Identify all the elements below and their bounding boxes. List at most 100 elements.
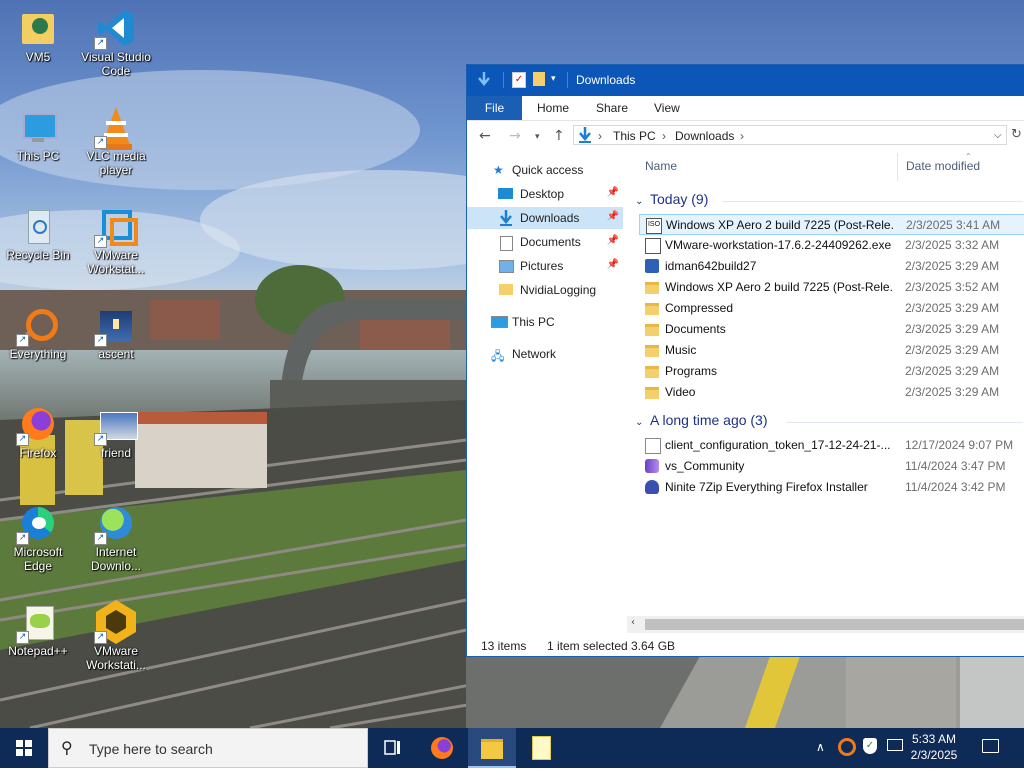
nav-this-pc[interactable]: This PC: [467, 311, 623, 333]
column-header-name[interactable]: Name: [645, 159, 677, 173]
folder-icon: [645, 324, 659, 336]
windows-logo-icon: [16, 740, 32, 756]
breadcrumb-separator: ›: [662, 129, 666, 143]
desktop-icon-idm[interactable]: ↗ Internet Downlo...: [78, 503, 154, 573]
forward-arrow-icon[interactable]: →: [509, 128, 521, 144]
desktop-icon-recycle-bin[interactable]: Recycle Bin: [0, 206, 76, 262]
tab-home[interactable]: Home: [537, 96, 569, 120]
address-dropdown-icon[interactable]: ⌵: [994, 130, 1002, 141]
desktop-icon-notepadpp[interactable]: ↗ Notepad++: [0, 602, 76, 658]
folder-icon: [499, 284, 513, 295]
clock-date: 2/3/2025: [910, 748, 958, 762]
search-icon: ⚲: [61, 738, 73, 757]
network-tray-icon[interactable]: [887, 739, 903, 779]
status-bar: 13 items 1 item selected 3.64 GB: [467, 635, 1024, 656]
taskbar-notepad-button[interactable]: [517, 728, 565, 768]
taskbar-search-box[interactable]: ⚲ Type here to search: [48, 728, 368, 768]
desktop-icon-edge[interactable]: ↗ Microsoft Edge: [0, 503, 76, 573]
desktop-icon-vmware[interactable]: ↗ VMware Workstat...: [78, 206, 154, 276]
folder-icon: [645, 366, 659, 378]
file-row[interactable]: Ninite 7Zip Everything Firefox Installer…: [639, 477, 1024, 498]
new-folder-icon[interactable]: [533, 72, 545, 88]
taskbar-clock[interactable]: 5:33 AM 2/3/2025: [904, 731, 964, 763]
breadcrumb-this-pc[interactable]: This PC: [613, 129, 656, 143]
taskbar-firefox-button[interactable]: [418, 728, 466, 768]
file-row[interactable]: client_configuration_token_17-12-24-21-.…: [639, 435, 1024, 456]
downloads-icon: [499, 210, 513, 229]
file-row[interactable]: Programs 2/3/2025 3:29 AM: [639, 361, 1024, 382]
scrollbar-thumb[interactable]: [645, 619, 1024, 630]
taskbar: ⚲ Type here to search ∧ ✓ 5:33 AM 2/3/20…: [0, 728, 1024, 768]
document-file-icon: [645, 438, 661, 454]
file-row[interactable]: Windows XP Aero 2 build 7225 (Post-Rele.…: [639, 277, 1024, 298]
group-today[interactable]: ⌄ Today (9): [635, 191, 708, 207]
vmware-icon: ↗: [94, 206, 138, 248]
nav-network[interactable]: 🖧 Network: [467, 343, 623, 365]
horizontal-scrollbar[interactable]: ‹: [627, 616, 1024, 633]
address-row: ← → ▾ ↑ › This PC › Downloads › ⌵ ↻: [467, 121, 1024, 151]
desktop-icon-vmware-workstation[interactable]: ↗ VMware Workstati...: [78, 600, 154, 672]
nav-desktop[interactable]: Desktop 📌: [467, 183, 623, 205]
task-view-button[interactable]: [368, 728, 416, 768]
file-row[interactable]: Music 2/3/2025 3:29 AM: [639, 340, 1024, 361]
refresh-icon[interactable]: ↻: [1011, 127, 1022, 142]
toolbar-divider: [567, 72, 568, 88]
tab-view[interactable]: View: [654, 96, 680, 120]
edge-icon: ↗: [16, 503, 58, 545]
tab-share[interactable]: Share: [596, 96, 628, 120]
download-arrow-icon: [477, 72, 491, 88]
file-row[interactable]: VMware-workstation-17.6.2-24409262.exe 2…: [639, 235, 1024, 256]
file-row[interactable]: ISO Windows XP Aero 2 build 7225 (Post-R…: [639, 214, 1024, 235]
up-arrow-icon[interactable]: ↑: [553, 128, 565, 144]
everything-search-icon: ↗: [16, 305, 58, 347]
back-arrow-icon[interactable]: ←: [479, 128, 491, 144]
desktop-icon-ascent[interactable]: ↗ ascent: [78, 305, 154, 361]
navigation-pane: ★ Quick access Desktop 📌 Downloads 📌 Doc…: [467, 151, 625, 621]
selection-count: 1 item selected: [547, 639, 628, 653]
file-row[interactable]: Video 2/3/2025 3:29 AM: [639, 382, 1024, 403]
file-row[interactable]: Documents 2/3/2025 3:29 AM: [639, 319, 1024, 340]
taskbar-file-explorer-button[interactable]: [468, 728, 516, 768]
desktop-icon-friend[interactable]: ↗ friend: [78, 404, 154, 460]
firefox-icon: ↗: [16, 404, 58, 446]
nav-nvidialogging[interactable]: NvidiaLogging: [467, 279, 623, 301]
address-bar[interactable]: › This PC › Downloads › ⌵: [573, 125, 1007, 145]
tab-file[interactable]: File: [467, 96, 522, 120]
file-row[interactable]: idman642build27 2/3/2025 3:29 AM: [639, 256, 1024, 277]
folder-icon: [645, 387, 659, 399]
desktop-icon-vm5[interactable]: VM5: [0, 8, 76, 64]
file-list: Name Date modified ⌃ ⌄ Today (9) ISO Win…: [627, 151, 1024, 621]
desktop-icon-firefox[interactable]: ↗ Firefox: [0, 404, 76, 460]
breadcrumb-separator: ›: [740, 129, 744, 143]
recent-locations-dropdown-icon[interactable]: ▾: [535, 132, 540, 142]
desktop-icon-everything[interactable]: ↗ Everything: [0, 305, 76, 361]
start-button[interactable]: [0, 728, 48, 768]
scroll-left-arrow-icon[interactable]: ‹: [631, 617, 635, 628]
desktop-icon-vscode[interactable]: ↗ Visual Studio Code: [78, 8, 154, 78]
group-divider: [787, 422, 1023, 423]
folder-icon: [645, 282, 659, 294]
file-row[interactable]: Compressed 2/3/2025 3:29 AM: [639, 298, 1024, 319]
column-header-date-modified[interactable]: Date modified: [906, 159, 980, 173]
file-row[interactable]: vs_Community 11/4/2024 3:47 PM: [639, 456, 1024, 477]
properties-checkmark-icon[interactable]: ✓: [512, 72, 526, 88]
nav-downloads[interactable]: Downloads 📌: [467, 207, 623, 229]
quick-access-dropdown-icon[interactable]: ▾: [551, 74, 556, 90]
desktop-icon-vlc[interactable]: ↗ VLC media player: [78, 107, 154, 177]
show-hidden-icons-chevron-icon[interactable]: ∧: [816, 740, 825, 780]
breadcrumb-downloads[interactable]: Downloads: [675, 129, 734, 143]
visual-studio-installer-icon: [645, 459, 659, 473]
file-explorer-window: ✓ ▾ Downloads File Home Share View ← → ▾…: [466, 64, 1024, 657]
nav-documents[interactable]: Documents 📌: [467, 231, 623, 253]
documents-icon: [500, 236, 513, 251]
desktop-icon-this-pc[interactable]: This PC: [0, 107, 76, 163]
column-divider[interactable]: [897, 153, 898, 181]
nav-quick-access[interactable]: ★ Quick access: [467, 159, 623, 181]
folder-icon: [645, 345, 659, 357]
group-long-time-ago[interactable]: ⌄ A long time ago (3): [635, 412, 768, 428]
everything-tray-icon[interactable]: [838, 738, 856, 778]
security-shield-icon[interactable]: ✓: [863, 738, 877, 778]
nav-pictures[interactable]: Pictures 📌: [467, 255, 623, 277]
notification-center-icon[interactable]: [982, 739, 999, 779]
title-bar[interactable]: ✓ ▾ Downloads: [467, 65, 1024, 96]
